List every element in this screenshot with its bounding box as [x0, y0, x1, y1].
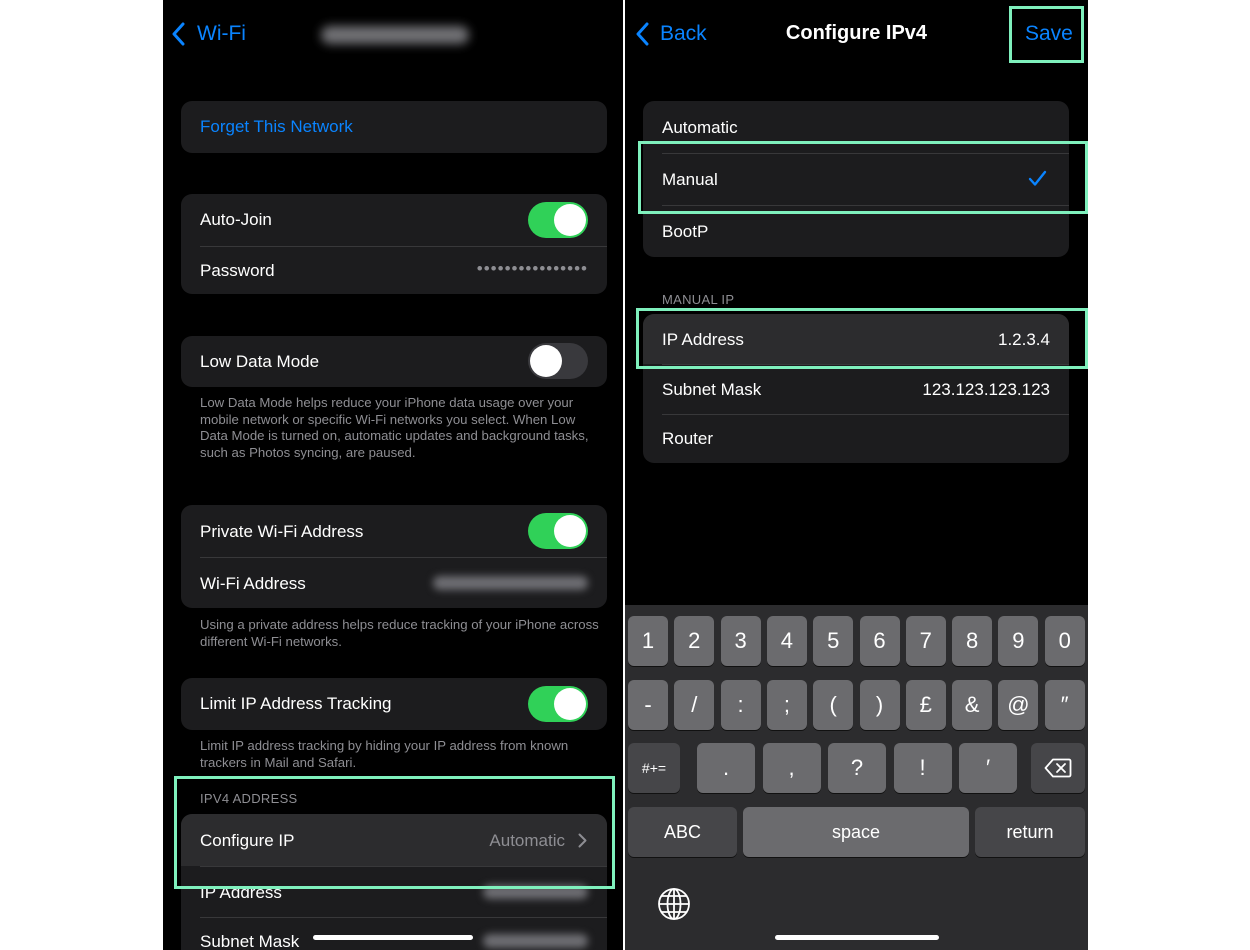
highlight-save — [1009, 6, 1084, 63]
router-label: Router — [662, 429, 714, 448]
key-at[interactable]: @ — [998, 680, 1039, 730]
private-address-toggle[interactable] — [528, 513, 588, 549]
key-prime[interactable]: ′ — [959, 743, 1017, 793]
password-row[interactable]: Password •••••••••••••••• — [181, 247, 607, 294]
delete-key-icon — [1044, 758, 1072, 778]
key-comma[interactable]: , — [762, 743, 821, 793]
wifi-address-row: Wi-Fi Address — [181, 558, 607, 608]
low-data-mode-footer: Low Data Mode helps reduce your iPhone d… — [200, 395, 589, 460]
mode-bootp-label: BootP — [662, 222, 709, 241]
return-key[interactable]: return — [975, 807, 1085, 857]
numeric-keyboard: 1234567890 - /:;() £ & @ ″ #+= .,?! ′ ABC spac… — [625, 605, 1088, 950]
private-address-footer: Using a private address helps reduce tra… — [200, 617, 599, 649]
key-5[interactable]: 5 — [813, 616, 854, 666]
password-value: •••••••••••••••• — [476, 259, 588, 278]
key-ampersand[interactable]: & — [952, 680, 993, 730]
low-data-mode-label: Low Data Mode — [200, 352, 320, 371]
symbols-key[interactable]: #+= — [628, 743, 680, 793]
key-2[interactable]: 2 — [674, 616, 715, 666]
wifi-address-value-blurred — [433, 576, 588, 590]
auto-join-toggle[interactable] — [528, 202, 588, 238]
home-indicator — [775, 935, 939, 940]
key-semicolon[interactable]: ; — [766, 680, 807, 730]
key-question[interactable]: ? — [828, 743, 886, 793]
highlight-manual — [638, 141, 1088, 214]
subnet-mask-field[interactable]: Subnet Mask 123.123.123.123 — [643, 365, 1069, 414]
private-address-label: Private Wi-Fi Address — [200, 522, 364, 541]
chevron-left-icon — [172, 22, 185, 46]
key-pound[interactable]: £ — [905, 680, 946, 730]
key-7[interactable]: 7 — [905, 616, 946, 666]
key-period[interactable]: . — [697, 743, 755, 793]
highlight-ip-address — [636, 308, 1088, 369]
delete-key[interactable] — [1031, 743, 1085, 793]
key-close-paren[interactable]: ) — [859, 680, 900, 730]
auto-join-group: Auto-Join Password •••••••••••••••• — [181, 194, 607, 294]
key-6[interactable]: 6 — [859, 616, 900, 666]
limit-ip-tracking-row: Limit IP Address Tracking — [181, 678, 607, 730]
password-label: Password — [200, 261, 275, 280]
auto-join-label: Auto-Join — [200, 210, 272, 229]
wifi-address-label: Wi-Fi Address — [200, 574, 306, 593]
subnet-mask-label: Subnet Mask — [200, 932, 300, 950]
network-name-blurred — [321, 26, 469, 44]
subnet-mask-value: 123.123.123.123 — [922, 380, 1050, 399]
back-label: Wi-Fi — [197, 22, 246, 45]
limit-ip-tracking-label: Limit IP Address Tracking — [200, 694, 392, 713]
key-1[interactable]: 1 — [628, 616, 668, 666]
private-address-row: Private Wi-Fi Address — [181, 505, 607, 557]
key-8[interactable]: 8 — [952, 616, 993, 666]
key-3[interactable]: 3 — [720, 616, 761, 666]
forget-network-button[interactable]: Forget This Network — [181, 101, 607, 153]
subnet-mask-value-blurred — [483, 934, 588, 948]
back-button[interactable]: Wi-Fi — [171, 20, 246, 48]
limit-ip-footer: Limit IP address tracking by hiding your… — [200, 738, 569, 770]
router-field[interactable]: Router — [643, 415, 1069, 463]
key-exclamation[interactable]: ! — [893, 743, 952, 793]
key-4[interactable]: 4 — [766, 616, 807, 666]
key-double-prime[interactable]: ″ — [1044, 680, 1085, 730]
key-9[interactable]: 9 — [998, 616, 1039, 666]
mode-automatic-label: Automatic — [662, 118, 738, 137]
home-indicator — [313, 935, 473, 940]
subnet-mask-label: Subnet Mask — [662, 380, 762, 399]
globe-icon[interactable] — [657, 887, 691, 921]
subnet-mask-row: Subnet Mask — [181, 918, 607, 950]
key-hyphen[interactable]: - — [628, 680, 668, 730]
highlight-ipv4-configure — [174, 776, 615, 889]
low-data-mode-row: Low Data Mode — [181, 336, 607, 387]
manual-ip-section-header: MANUAL IP — [662, 292, 735, 307]
private-address-group: Private Wi-Fi Address Wi-Fi Address — [181, 505, 607, 608]
key-colon[interactable]: : — [720, 680, 761, 730]
forget-network-label: Forget This Network — [200, 117, 353, 136]
limit-ip-tracking-toggle[interactable] — [528, 686, 588, 722]
space-key[interactable]: space — [743, 807, 969, 857]
low-data-mode-toggle[interactable] — [528, 343, 588, 379]
key-open-paren[interactable]: ( — [813, 680, 854, 730]
auto-join-row: Auto-Join — [181, 194, 607, 246]
key-0[interactable]: 0 — [1044, 616, 1085, 666]
key-slash[interactable]: / — [674, 680, 715, 730]
abc-key[interactable]: ABC — [628, 807, 737, 857]
